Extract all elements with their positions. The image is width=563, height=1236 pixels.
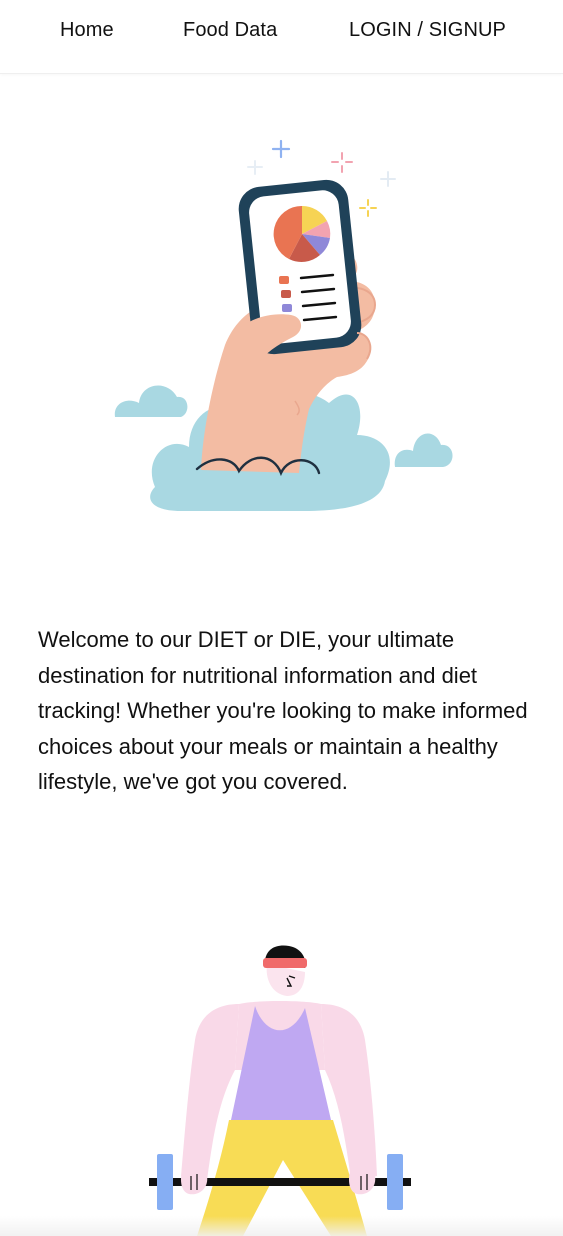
nav-home-link[interactable]: Home [60,19,114,42]
head-icon [263,945,307,996]
hand-holding-phone-illustration [114,139,453,511]
nav-food-data-link[interactable]: Food Data [183,19,277,42]
top-navbar: Home Food Data LOGIN / SIGNUP [0,0,563,74]
intro-paragraph: Welcome to our DIET or DIE, your ultimat… [38,627,528,794]
weightlifter-illustration [149,945,411,1236]
nav-login-signup-link[interactable]: LOGIN / SIGNUP [349,19,506,42]
bottom-fade [0,1216,563,1236]
